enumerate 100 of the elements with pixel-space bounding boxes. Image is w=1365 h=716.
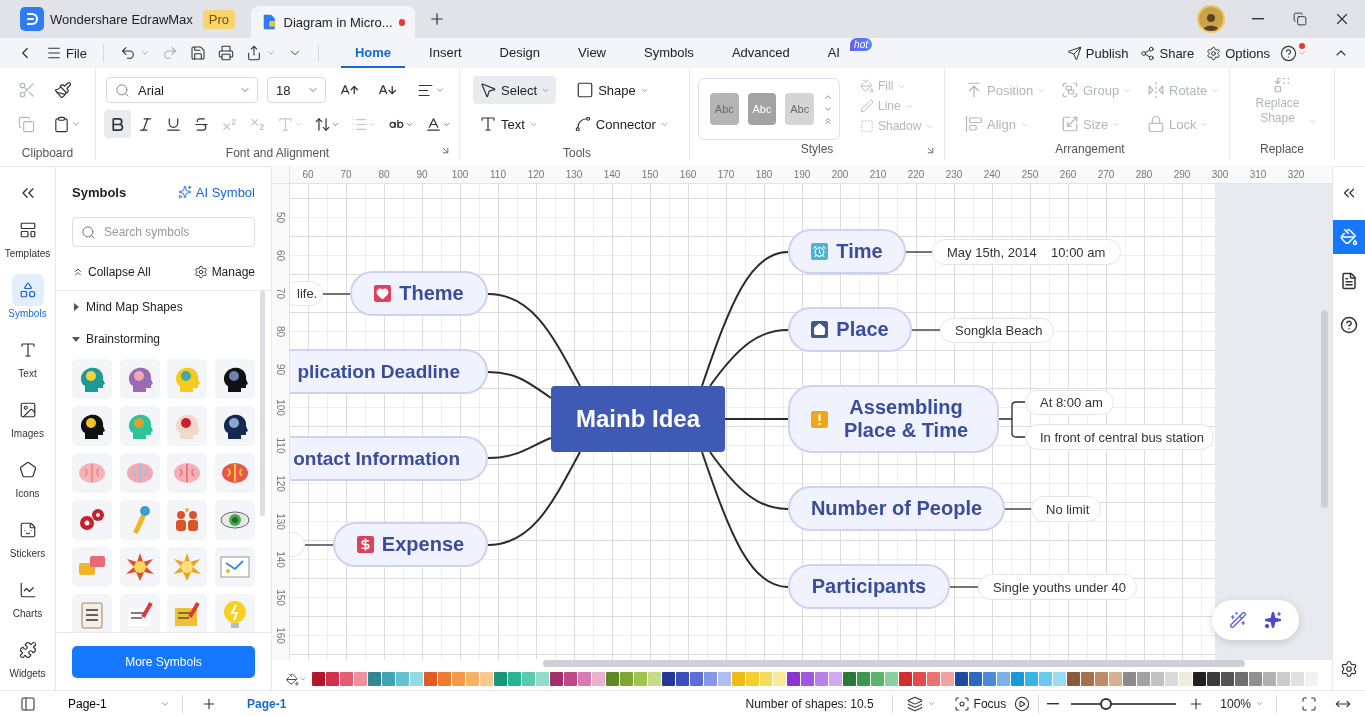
topic-label: Assembling Place & Time xyxy=(842,396,970,442)
group-label: Clipboard xyxy=(20,145,75,162)
tool-button[interactable]: Text xyxy=(473,110,544,138)
publish-button[interactable]: Publish xyxy=(1060,40,1135,66)
ruler-label: 220 xyxy=(906,168,926,182)
ruler-label: 80 xyxy=(377,168,391,182)
file-menu[interactable]: File xyxy=(40,40,93,66)
topic-label: ontact Information xyxy=(293,447,460,470)
group-label: Styles xyxy=(799,141,835,158)
ribbon-tab[interactable]: Symbols xyxy=(630,38,708,68)
font-select[interactable]: Arial xyxy=(106,77,259,103)
sidebar-item[interactable]: Charts xyxy=(0,566,56,626)
ruler-label: 310 xyxy=(1248,168,1268,182)
ruler-label: 190 xyxy=(792,168,812,182)
page-tab[interactable]: Page-1 xyxy=(241,695,293,712)
sidebar-item[interactable]: Stickers xyxy=(0,506,56,566)
font-size-select[interactable]: 18 xyxy=(267,77,326,103)
ruler-label: 300 xyxy=(1210,168,1230,182)
app-name: Wondershare EdrawMax xyxy=(50,11,193,27)
ruler-label: 80 xyxy=(275,325,286,337)
group-label: Replace xyxy=(1259,141,1305,158)
group-label: Font and Alignment xyxy=(224,145,331,162)
hot-badge: hot xyxy=(850,38,872,51)
collapse-all-button[interactable]: Collapse All xyxy=(72,265,151,279)
ruler-label: 170 xyxy=(716,168,736,182)
page-select[interactable]: Page-1 xyxy=(64,696,174,711)
topic-node[interactable]: Expense xyxy=(333,522,488,567)
topic-label: Time xyxy=(836,240,883,263)
ruler-label: 250 xyxy=(1020,168,1040,182)
tool-button[interactable]: Connector xyxy=(567,110,675,138)
ruler-label: 70 xyxy=(275,287,286,299)
category-header[interactable]: Mind Map Shapes xyxy=(72,291,255,323)
ruler-label: 70 xyxy=(339,168,353,182)
shape-count: Number of shapes: 10.5 xyxy=(745,696,874,711)
ruler-label: 150 xyxy=(640,168,660,182)
share-button[interactable]: Share xyxy=(1134,40,1201,66)
group-label: Arrangement xyxy=(1054,141,1126,158)
ruler-label: 110 xyxy=(275,437,286,453)
ruler-label: 240 xyxy=(982,168,1002,182)
subtopic-node[interactable]: Songkla Beach xyxy=(940,318,1054,343)
sidebar-item[interactable]: Icons xyxy=(0,446,56,506)
tool-button[interactable]: Select xyxy=(473,76,557,104)
ruler-label: 90 xyxy=(275,363,286,375)
ribbon-tab[interactable]: Insert xyxy=(415,38,476,68)
pro-badge: Pro xyxy=(202,9,236,29)
subtopic-node[interactable]: May 15th, 2014 10:00 am xyxy=(932,239,1121,265)
topic-node[interactable]: Assembling Place & Time xyxy=(788,385,999,453)
ruler-label: 120 xyxy=(526,168,546,182)
sidebar-item[interactable]: Text xyxy=(0,326,56,386)
ribbon-tab[interactable]: Design xyxy=(485,38,555,68)
topic-node[interactable]: Place xyxy=(788,307,912,352)
ruler-label: 130 xyxy=(275,512,286,530)
ribbon-tab[interactable]: View xyxy=(564,38,620,68)
sidebar-item[interactable]: Templates xyxy=(0,206,56,266)
subtopic-node[interactable]: At 8:00 am xyxy=(1025,390,1114,415)
central-topic[interactable]: Mainb Idea xyxy=(551,386,725,452)
subtopic-node[interactable]: No limit xyxy=(1031,496,1101,522)
topic-node[interactable]: Participants xyxy=(788,564,950,609)
ai-symbol-link[interactable]: AI Symbol xyxy=(177,184,255,200)
ruler-label: 160 xyxy=(678,168,698,182)
sidebar-item[interactable]: Images xyxy=(0,386,56,446)
subtopic-node[interactable]: life. xyxy=(290,281,323,306)
app-tab[interactable]: Wondershare EdrawMax Pro xyxy=(18,3,252,35)
style-swatch[interactable]: Abc xyxy=(785,93,814,125)
ruler-label: 270 xyxy=(1096,168,1116,182)
category-header[interactable]: Brainstorming xyxy=(72,323,255,355)
ruler-label: 280 xyxy=(1134,168,1154,182)
manage-button[interactable]: Manage xyxy=(193,265,255,279)
ruler-label: 180 xyxy=(754,168,774,182)
subtopic-node[interactable]: In front of central bus station xyxy=(1025,424,1214,450)
ruler-label: 60 xyxy=(301,168,315,182)
topic-label: plication Deadline xyxy=(297,360,460,383)
search-field[interactable]: Search symbols xyxy=(72,217,255,247)
ruler-label: 230 xyxy=(944,168,964,182)
ruler-label: 100 xyxy=(275,398,286,416)
topic-label: Number of People xyxy=(810,497,983,520)
topic-label: Participants xyxy=(811,575,927,598)
topic-node[interactable]: Time xyxy=(788,229,906,274)
ruler-label: 290 xyxy=(1172,168,1192,182)
tool-button[interactable]: Shape xyxy=(570,76,655,104)
topic-node[interactable]: ontact Information xyxy=(290,436,488,481)
more-symbols-button[interactable]: More Symbols xyxy=(72,645,255,678)
topic-node[interactable]: Number of People xyxy=(788,486,1005,531)
panel-title: Symbols xyxy=(72,184,127,200)
ruler-label: 140 xyxy=(275,550,286,568)
ruler-label: 140 xyxy=(602,168,622,182)
ruler-label: 260 xyxy=(1058,168,1078,182)
group-label: Tools xyxy=(562,145,592,162)
ribbon-tab[interactable]: Advanced xyxy=(717,38,804,68)
topic-node[interactable]: plication Deadline xyxy=(290,349,488,394)
sidebar-item[interactable]: Widgets xyxy=(0,626,56,686)
focus-button[interactable]: Focus xyxy=(949,695,1011,712)
options-button[interactable]: Options xyxy=(1200,40,1276,66)
subtopic-node[interactable]: Single youths under 40 xyxy=(978,574,1137,600)
ruler-label: 210 xyxy=(868,168,888,182)
topic-label: Theme xyxy=(399,282,464,305)
zoom-select[interactable]: 100% xyxy=(1216,696,1268,711)
topic-node[interactable]: Theme xyxy=(350,271,488,316)
sidebar-item[interactable]: Symbols xyxy=(0,266,56,326)
document-tab[interactable]: Diagram in Micro... xyxy=(251,6,416,38)
